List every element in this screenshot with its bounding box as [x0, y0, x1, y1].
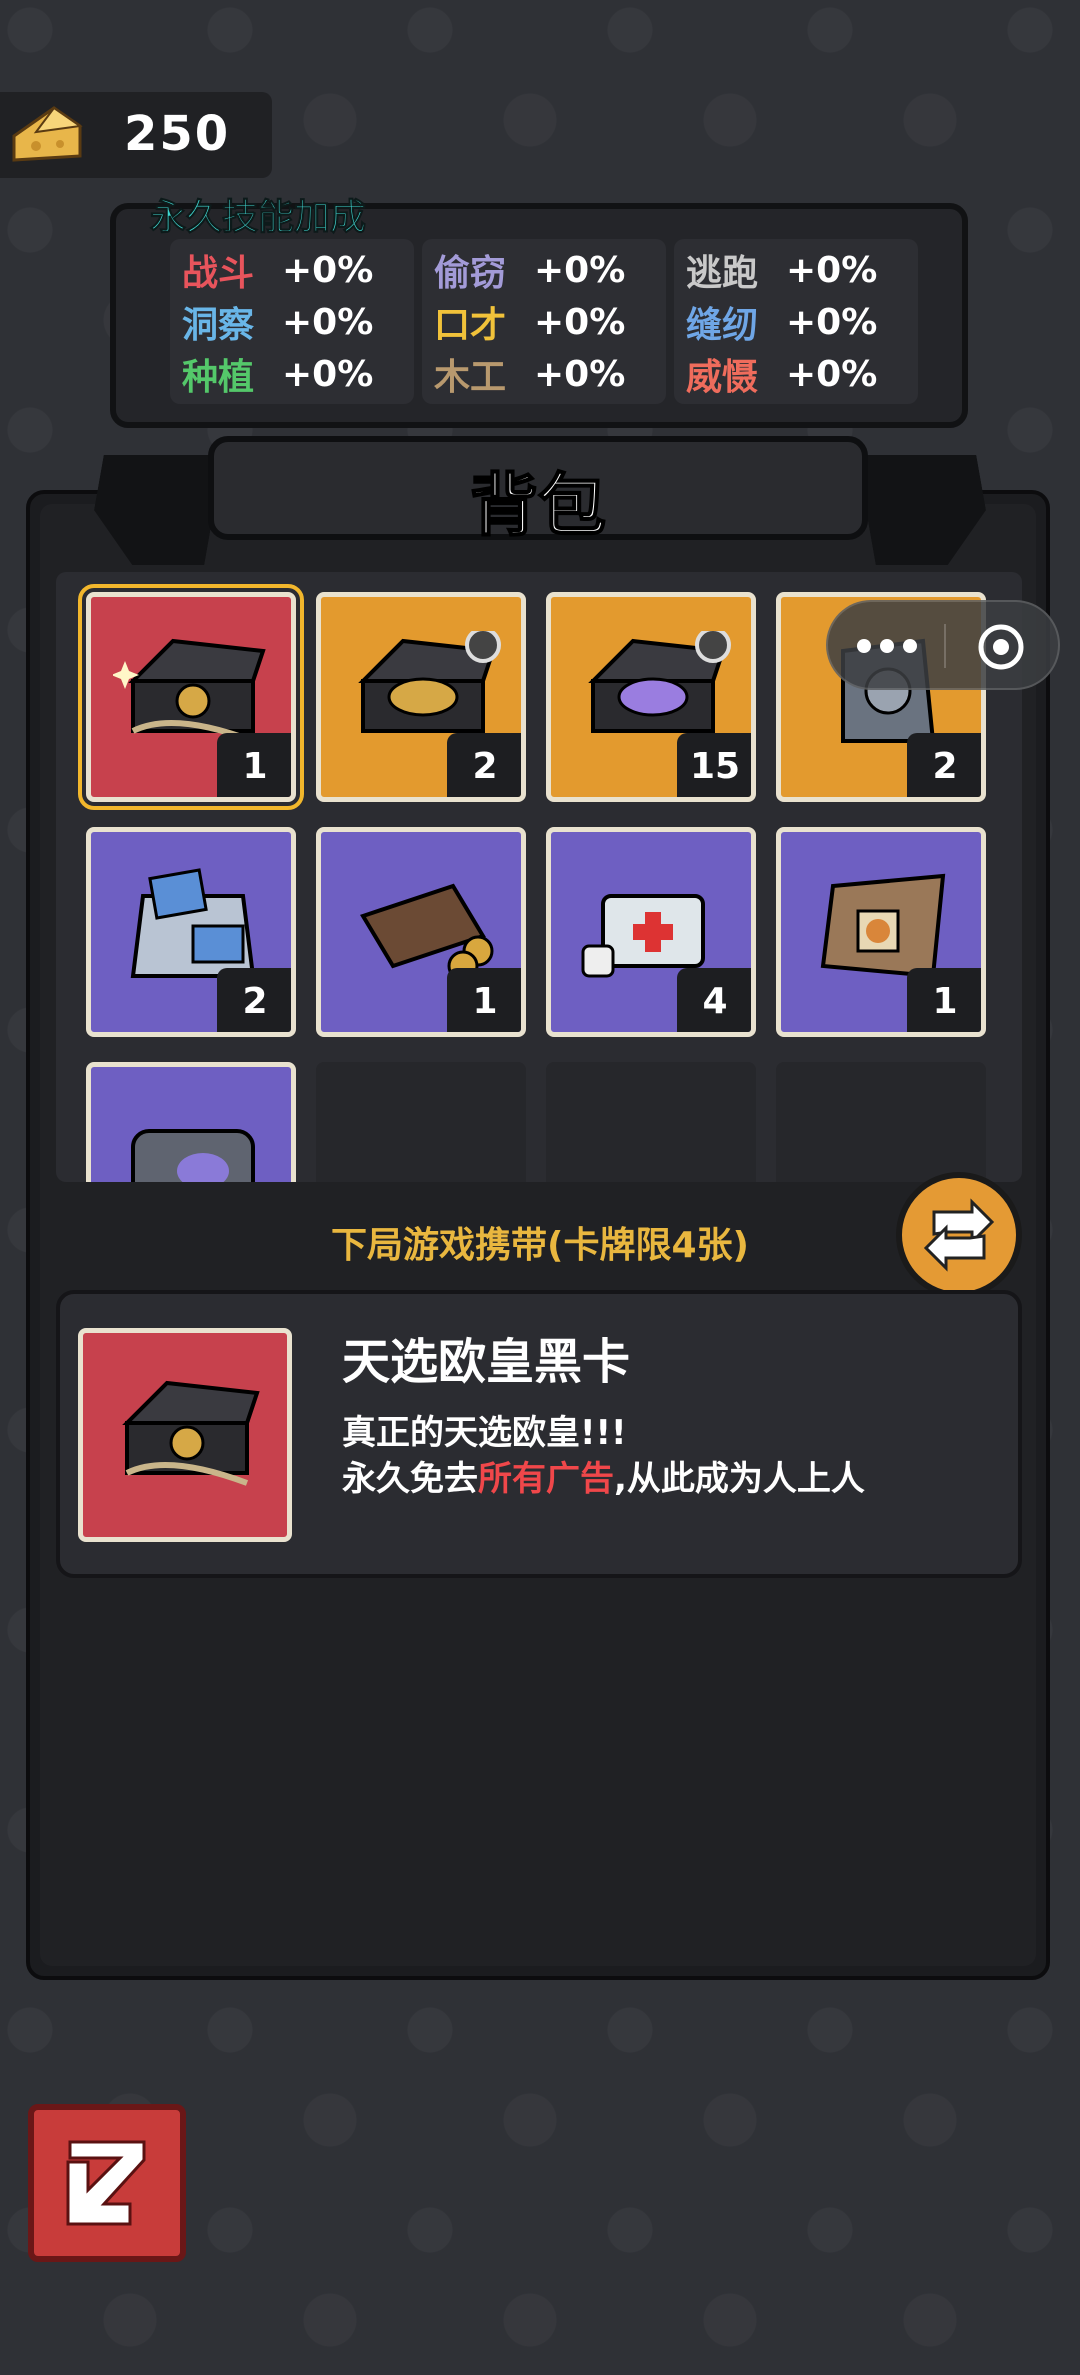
item-count: 2 — [907, 733, 981, 797]
item-count: 4 — [677, 968, 751, 1032]
inventory-item-black-card[interactable]: 1 — [78, 584, 304, 810]
metal-case-icon — [131, 1129, 255, 1182]
skill-row: 威慑 +0% — [686, 349, 877, 399]
skill-panel-title: 永久技能加成 — [149, 197, 367, 239]
skill-row: 种植 +0% — [182, 349, 373, 399]
skill-name: 木工 — [434, 357, 507, 398]
miniprogram-capsule[interactable] — [826, 600, 1060, 690]
skill-column-2: 偷窃 +0% 口才 +0% 木工 +0% — [422, 239, 666, 404]
detail-line-1: 真正的天选欧皇!!! — [342, 1413, 627, 1453]
skill-name: 口才 — [434, 305, 507, 346]
swap-button[interactable] — [896, 1172, 1022, 1298]
inventory-item-ticket-bag[interactable]: 2 — [86, 827, 296, 1037]
skill-value: +0% — [534, 301, 626, 343]
skill-name: 偷窃 — [434, 253, 507, 294]
close-target-icon[interactable] — [976, 622, 1026, 672]
skill-name: 逃跑 — [686, 253, 759, 294]
giftbox-icon — [122, 1380, 260, 1486]
skill-name: 洞察 — [182, 305, 255, 346]
skill-row: 逃跑 +0% — [686, 245, 877, 295]
inventory-item-first-aid-kit[interactable]: 4 — [546, 827, 756, 1037]
inventory-item-gold-card[interactable]: 2 — [316, 592, 526, 802]
skill-value: +0% — [282, 301, 374, 343]
item-count: 1 — [217, 733, 291, 797]
detail-text: 永久免去 — [342, 1459, 478, 1499]
more-dots-icon[interactable] — [850, 628, 924, 664]
skill-row: 缝纫 +0% — [686, 297, 877, 347]
cheese-icon — [12, 106, 83, 162]
skill-name: 缝纫 — [686, 305, 759, 346]
skill-name: 威慑 — [686, 357, 759, 398]
item-count: 1 — [907, 968, 981, 1032]
detail-highlight: 所有广告 — [478, 1459, 614, 1499]
skill-row: 战斗 +0% — [182, 245, 373, 295]
skill-row: 木工 +0% — [434, 349, 625, 399]
skill-value: +0% — [534, 249, 626, 291]
detail-item-card — [78, 1328, 292, 1542]
skill-value: +0% — [786, 301, 878, 343]
skill-name: 战斗 — [182, 253, 255, 294]
exit-arrow-icon — [66, 2140, 146, 2226]
inventory-item-wallet[interactable]: 1 — [316, 827, 526, 1037]
inventory-item-paper-bag[interactable]: 1 — [776, 827, 986, 1037]
inventory-slot-empty — [776, 1062, 986, 1182]
skill-value: +0% — [282, 249, 374, 291]
item-count: 2 — [217, 968, 291, 1032]
skill-value: +0% — [786, 353, 878, 395]
exit-button[interactable] — [28, 2104, 186, 2262]
detail-line-2: 永久免去所有广告,从此成为人上人 — [342, 1456, 865, 1502]
detail-description: 真正的天选欧皇!!! 永久免去所有广告,从此成为人上人 — [342, 1410, 865, 1502]
capsule-divider — [944, 624, 946, 668]
cheese-count: 250 — [124, 106, 231, 162]
item-count: 15 — [677, 733, 751, 797]
inventory-item-purple-card[interactable]: 15 — [546, 592, 756, 802]
inventory-slot-empty — [546, 1062, 756, 1182]
skill-value: +0% — [786, 249, 878, 291]
skill-value: +0% — [534, 353, 626, 395]
cheese-currency: 250 — [0, 92, 272, 178]
skill-column-1: 战斗 +0% 洞察 +0% 种植 +0% — [170, 239, 414, 404]
skill-column-3: 逃跑 +0% 缝纫 +0% 威慑 +0% — [674, 239, 918, 404]
skill-row: 偷窃 +0% — [434, 245, 625, 295]
swap-arrows-icon — [923, 1198, 995, 1272]
item-count: 2 — [447, 733, 521, 797]
detail-title: 天选欧皇黑卡 — [342, 1334, 631, 1390]
skill-value: +0% — [282, 353, 374, 395]
inventory-slot-empty — [316, 1062, 526, 1182]
skill-row: 洞察 +0% — [182, 297, 373, 347]
skill-name: 种植 — [182, 357, 255, 398]
skill-row: 口才 +0% — [434, 297, 625, 347]
item-count: 1 — [447, 968, 521, 1032]
inventory-item-metal-case[interactable] — [86, 1062, 296, 1182]
detail-text: ,从此成为人上人 — [614, 1459, 865, 1499]
bag-title-banner: 背包 — [208, 436, 868, 547]
bag-title: 背包 — [469, 466, 607, 547]
